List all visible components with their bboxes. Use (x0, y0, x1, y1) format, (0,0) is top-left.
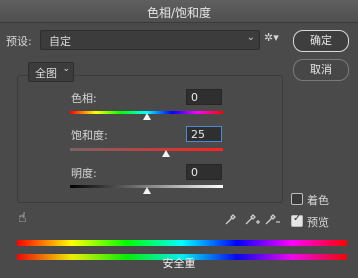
eyedropper-minus-icon[interactable] (264, 212, 280, 226)
dialog-title: 色相/饱和度 (146, 6, 212, 20)
saturation-label: 饱和度: (71, 129, 108, 142)
saturation-input[interactable]: 25 (186, 126, 222, 142)
saturation-slider-thumb[interactable] (161, 150, 170, 157)
source-color-spectrum (17, 240, 347, 246)
cancel-button[interactable]: 取消 (293, 59, 349, 81)
channel-dropdown[interactable]: 全图 ⌄ (28, 62, 74, 82)
preset-dropdown[interactable]: 自定 ⌄ (40, 30, 260, 50)
watermark-text: 安全重 (162, 257, 196, 270)
preview-checkbox[interactable] (291, 213, 303, 227)
lightness-label: 明度: (71, 167, 97, 180)
hue-label: 色相: (71, 92, 97, 105)
gear-icon[interactable]: ✲▾ (264, 31, 279, 44)
chevron-down-icon: ⌄ (246, 32, 255, 43)
eyedropper-plus-icon[interactable] (244, 212, 260, 226)
channel-value: 全图 (35, 67, 57, 80)
lightness-input[interactable]: 0 (186, 164, 222, 180)
colorize-label: 着色 (307, 194, 329, 207)
saturation-slider-track[interactable] (70, 148, 223, 151)
dialog-titlebar: 色相/饱和度 (0, 0, 358, 23)
targeted-adjustment-hand-icon[interactable]: ☝ (18, 210, 27, 226)
chevron-down-icon: ⌄ (62, 64, 70, 74)
lightness-slider-thumb[interactable] (142, 187, 151, 194)
preview-label: 预览 (307, 216, 329, 229)
adjustment-panel (17, 75, 283, 203)
preset-label: 预设: (6, 35, 32, 48)
colorize-checkbox[interactable] (291, 193, 303, 205)
hue-input[interactable]: 0 (186, 89, 222, 105)
hue-slider-thumb[interactable] (142, 113, 151, 120)
preset-value: 自定 (49, 35, 71, 48)
ok-button[interactable]: 确定 (293, 30, 349, 52)
eyedropper-icon[interactable] (224, 212, 238, 226)
